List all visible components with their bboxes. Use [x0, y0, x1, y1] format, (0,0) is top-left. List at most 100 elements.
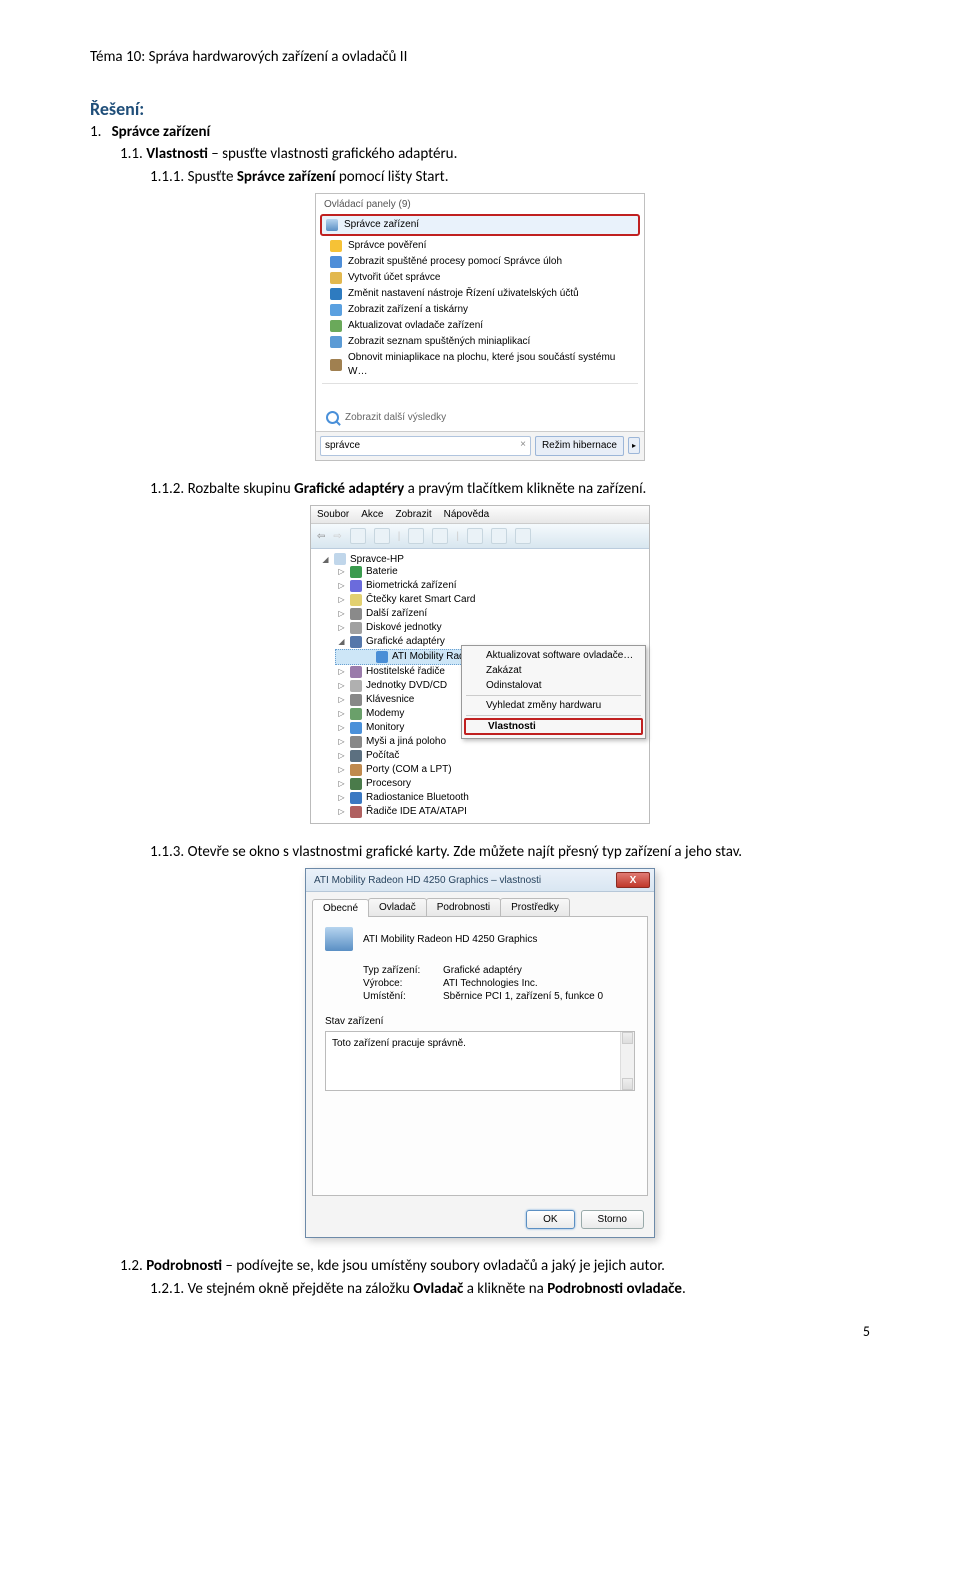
expand-icon[interactable]: ▷	[337, 610, 346, 619]
category-icon	[350, 680, 362, 692]
toolbar-btn[interactable]	[374, 528, 390, 544]
expand-icon[interactable]: ▷	[337, 682, 346, 691]
tree-category[interactable]: ▷Další zařízení	[315, 607, 645, 621]
expand-icon[interactable]: ▷	[337, 766, 346, 775]
tree-category[interactable]: ▷Čtečky karet Smart Card	[315, 593, 645, 607]
context-menu-item[interactable]: Zakázat	[462, 663, 645, 678]
device-icon	[376, 651, 388, 663]
category-icon	[350, 694, 362, 706]
tree-category[interactable]: ▷ Radiostanice Bluetooth	[315, 791, 645, 805]
expand-icon[interactable]: ◢	[337, 638, 346, 647]
tree-category[interactable]: ▷Diskové jednotky	[315, 621, 645, 635]
toolbar-btn[interactable]	[350, 528, 366, 544]
expand-icon[interactable]: ▷	[337, 582, 346, 591]
ta: Ve stejném okně přejděte na záložku	[188, 1280, 414, 1298]
cancel-button[interactable]: Storno	[581, 1210, 644, 1229]
fwd-icon[interactable]: ⇨	[333, 531, 341, 542]
tree-category[interactable]: ▷Řadiče IDE ATA/ATAPI	[315, 805, 645, 819]
start-panel: Ovládací panely (9) Správce zařízení Spr…	[315, 193, 645, 461]
tree-category[interactable]: ▷Počítač	[315, 749, 645, 763]
screenshot-properties-dialog: ATI Mobility Radeon HD 4250 Graphics – v…	[90, 868, 870, 1238]
label: Baterie	[366, 565, 398, 579]
context-menu-item[interactable]: Aktualizovat software ovladače…	[462, 648, 645, 663]
num: 1.2.	[120, 1257, 143, 1275]
context-menu-item[interactable]: Vyhledat změny hardwaru	[462, 698, 645, 713]
scroll-down-icon[interactable]	[622, 1078, 633, 1090]
toolbar-btn[interactable]	[515, 528, 531, 544]
start-result-item[interactable]: Zobrazit spuštěné procesy pomocí Správce…	[316, 254, 644, 270]
more-results-link[interactable]: Zobrazit další výsledky	[316, 405, 644, 431]
category-icon	[350, 622, 362, 634]
expand-icon[interactable]: ▷	[337, 696, 346, 705]
context-menu-item[interactable]: Odinstalovat	[462, 678, 645, 693]
clear-icon[interactable]: ×	[520, 438, 526, 452]
search-input[interactable]: správce ×	[320, 436, 531, 456]
tab[interactable]: Obecné	[312, 899, 369, 917]
device-tree: ◢ Spravce-HP ▷ Baterie▷Biometrická zaříze…	[311, 549, 649, 823]
menu-item[interactable]: Soubor	[317, 509, 349, 520]
category-icon	[350, 750, 362, 762]
start-result-item[interactable]: Změnit nastavení nástroje Řízení uživate…	[316, 286, 644, 302]
window-title: ATI Mobility Radeon HD 4250 Graphics – v…	[314, 875, 616, 886]
menubar: Soubor Akce Zobrazit Nápověda	[311, 506, 649, 524]
menu-item[interactable]: Akce	[361, 509, 383, 520]
tab[interactable]: Podrobnosti	[426, 898, 501, 916]
expand-icon[interactable]: ▷	[337, 794, 346, 803]
key: Výrobce:	[363, 978, 443, 989]
rest: – podívejte se, kde jsou umístěny soubor…	[222, 1257, 665, 1275]
shutdown-button[interactable]: Režim hibernace	[535, 436, 624, 456]
menu-item[interactable]: Zobrazit	[395, 509, 431, 520]
context-menu-item-properties[interactable]: Vlastnosti	[464, 718, 643, 735]
menu-item[interactable]: Nápověda	[444, 509, 490, 520]
label: Správce pověření	[348, 239, 426, 253]
start-result-item[interactable]: Správce pověření	[316, 238, 644, 254]
category-icon	[350, 666, 362, 678]
start-result-item[interactable]: Obnovit miniaplikace na plochu, které js…	[316, 350, 644, 380]
start-result-item[interactable]: Zobrazit zařízení a tiskárny	[316, 302, 644, 318]
back-icon[interactable]: ⇦	[317, 531, 325, 542]
tree-root[interactable]: ◢ Spravce-HP	[315, 553, 645, 565]
start-result-highlighted[interactable]: Správce zařízení	[320, 214, 640, 236]
value: Sběrnice PCI 1, zařízení 5, funkce 0	[443, 991, 603, 1002]
start-result-item[interactable]: Vytvořit účet správce	[316, 270, 644, 286]
tree-category[interactable]: ▷Porty (COM a LPT)	[315, 763, 645, 777]
expand-icon[interactable]: ▷	[337, 808, 346, 817]
result-icon	[330, 256, 342, 268]
toolbar-btn[interactable]	[467, 528, 483, 544]
expand-icon[interactable]: ▷	[337, 738, 346, 747]
toolbar-btn[interactable]	[491, 528, 507, 544]
scroll-up-icon[interactable]	[622, 1032, 633, 1044]
label: Radiostanice Bluetooth	[366, 791, 469, 805]
start-result-item[interactable]: Aktualizovat ovladače zařízení	[316, 318, 644, 334]
tree-category[interactable]: ▷ Baterie	[315, 565, 645, 579]
ok-button[interactable]: OK	[526, 1210, 574, 1229]
expand-icon[interactable]: ▷	[337, 710, 346, 719]
collapse-icon[interactable]: ◢	[321, 555, 330, 564]
page-header: Téma 10: Správa hardwarových zařízení a …	[90, 48, 870, 66]
expand-icon[interactable]: ▷	[337, 780, 346, 789]
toolbar-btn[interactable]	[408, 528, 424, 544]
expand-icon[interactable]: ▷	[337, 668, 346, 677]
text: Otevře se okno s vlastnostmi grafické ka…	[188, 843, 742, 861]
tree-category[interactable]: ▷Procesory	[315, 777, 645, 791]
shutdown-menu-arrow[interactable]: ▸	[628, 437, 640, 454]
tree-category[interactable]: ▷Biometrická zařízení	[315, 579, 645, 593]
scrollbar[interactable]	[620, 1032, 634, 1090]
item-1-1: 1.1. Vlastnosti – spusťte vlastnosti gra…	[120, 144, 870, 164]
expand-icon[interactable]: ▷	[337, 752, 346, 761]
solution-heading: Řešení:	[90, 98, 870, 120]
computer-icon	[334, 553, 346, 565]
start-result-item[interactable]: Zobrazit seznam spuštěných miniaplikací	[316, 334, 644, 350]
tab[interactable]: Ovladač	[368, 898, 427, 916]
close-button[interactable]: X	[616, 872, 650, 888]
tab[interactable]: Prostředky	[500, 898, 570, 916]
category-icon	[350, 736, 362, 748]
num: 1.	[90, 123, 101, 141]
property-row: Typ zařízení:Grafické adaptéry	[363, 965, 635, 976]
expand-icon[interactable]: ▷	[337, 568, 346, 577]
toolbar-btn[interactable]	[432, 528, 448, 544]
expand-icon[interactable]: ▷	[337, 596, 346, 605]
window-body: ObecnéOvladačPodrobnostiProstředky ATI M…	[306, 892, 654, 1237]
expand-icon[interactable]: ▷	[337, 624, 346, 633]
expand-icon[interactable]: ▷	[337, 724, 346, 733]
